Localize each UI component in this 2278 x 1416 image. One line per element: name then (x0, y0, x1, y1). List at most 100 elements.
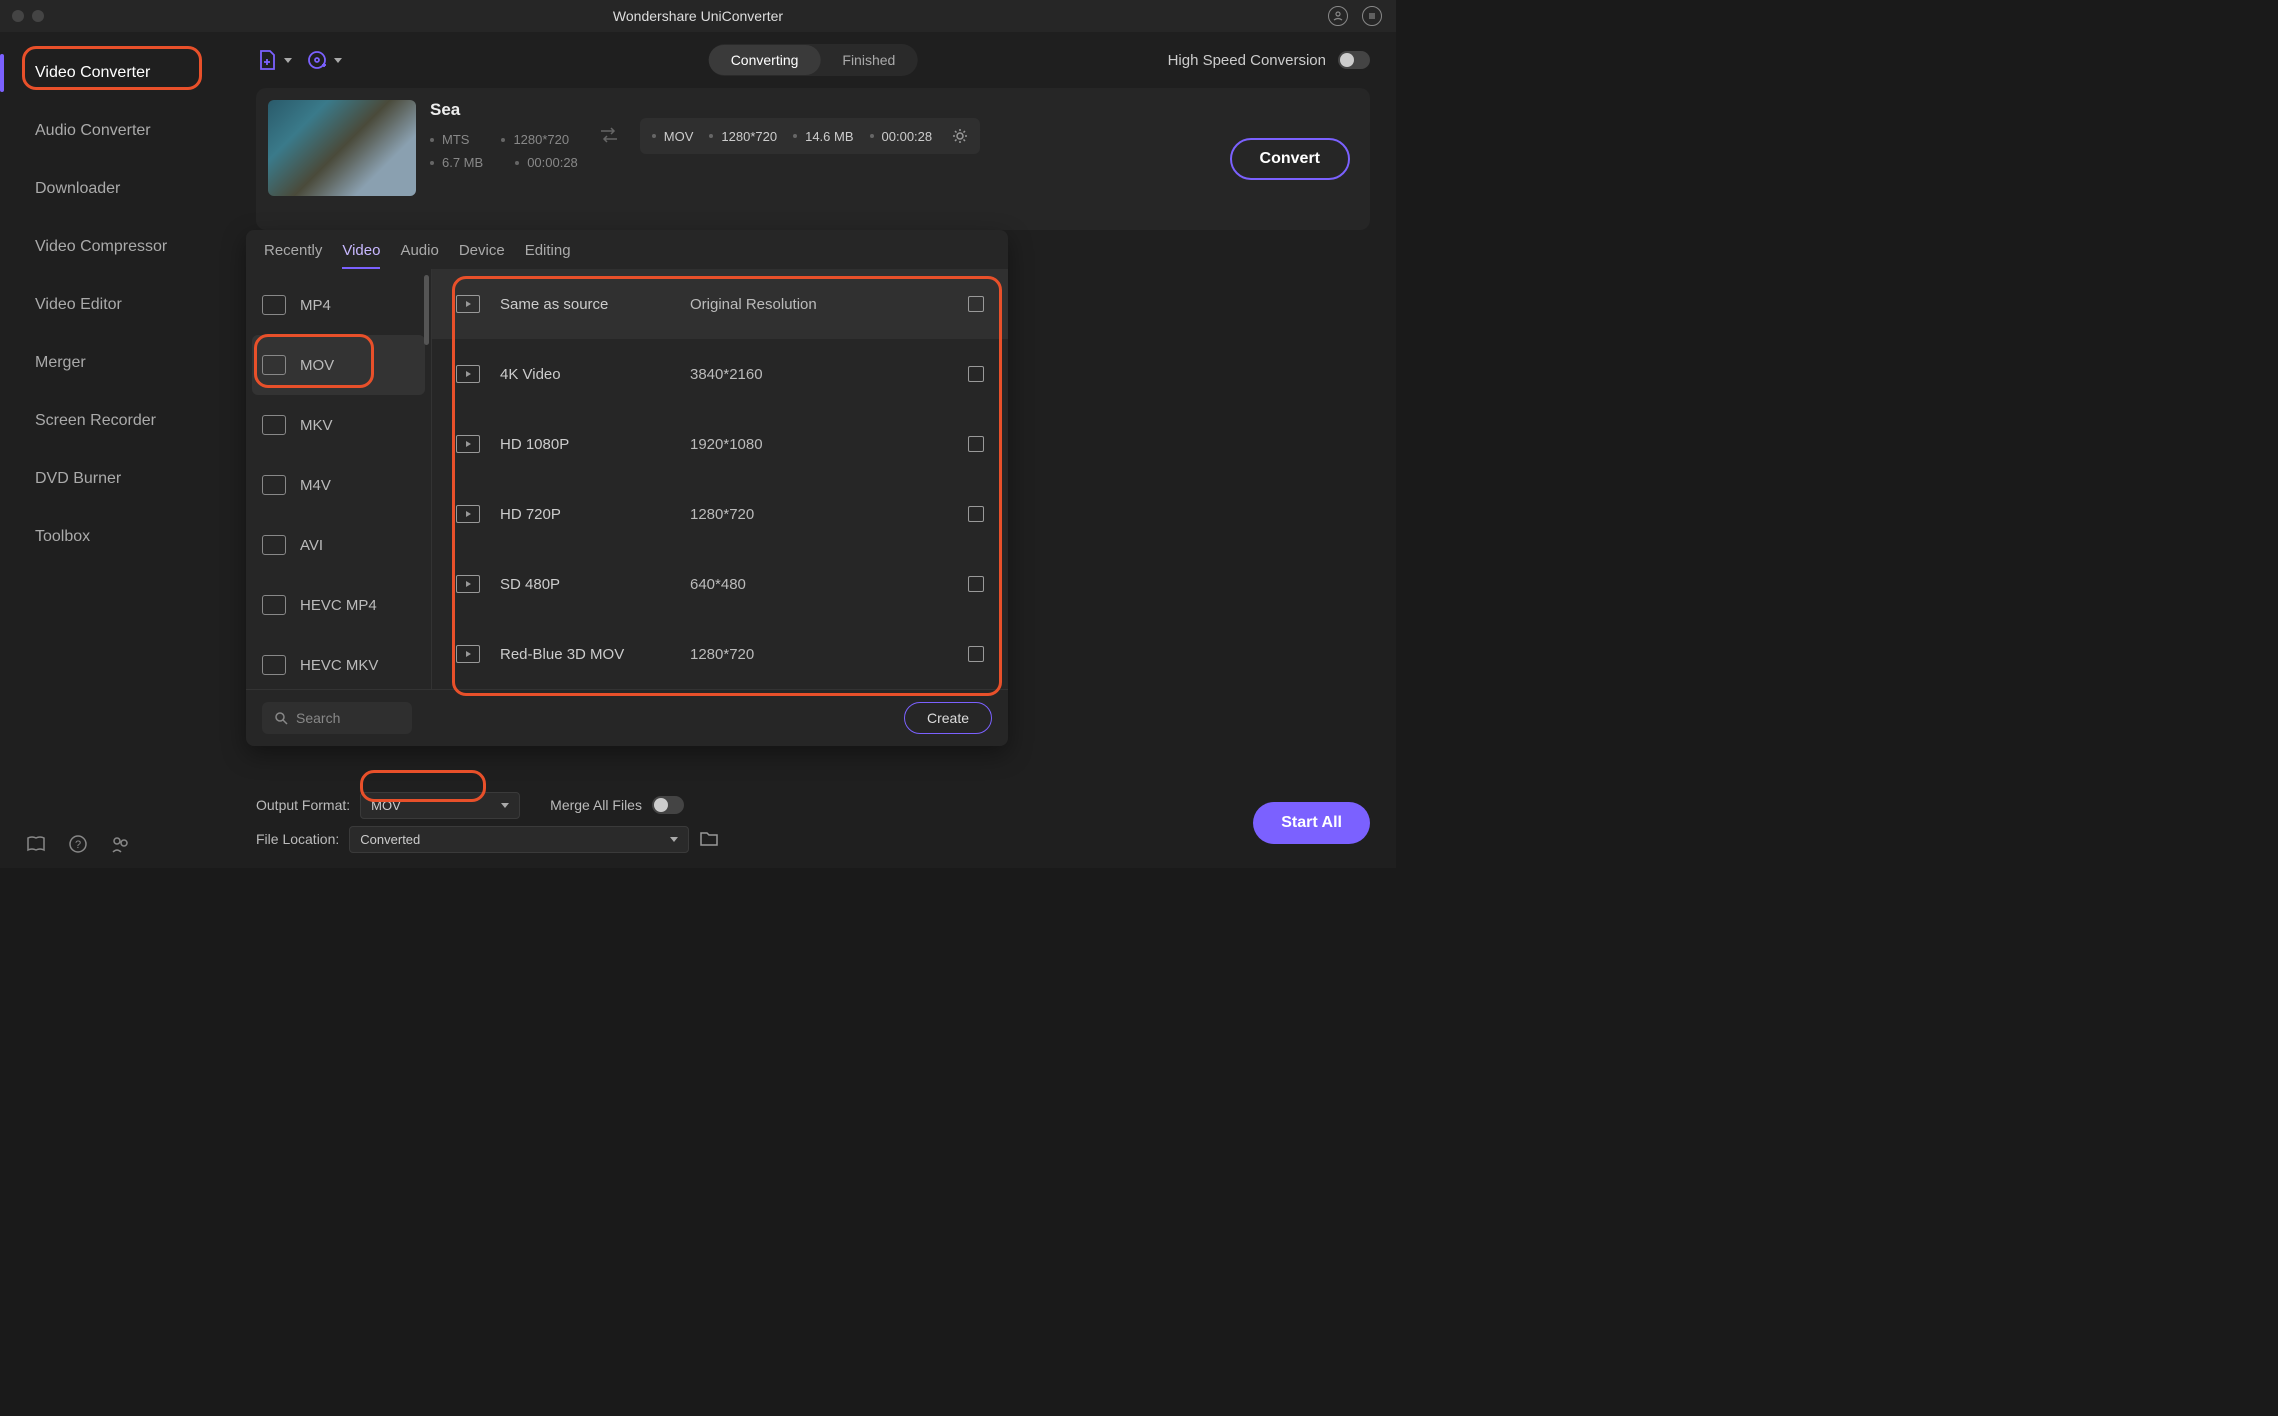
format-item-hevc-mkv[interactable]: HEVC MKV (246, 635, 431, 689)
film-icon (262, 535, 286, 555)
format-item-mov[interactable]: MOV (252, 335, 425, 395)
start-all-button[interactable]: Start All (1253, 802, 1370, 844)
output-format-value: MOV (371, 798, 401, 813)
tab-converting[interactable]: Converting (709, 45, 821, 75)
sidebar-item-dvd-burner[interactable]: DVD Burner (0, 450, 230, 508)
add-file-button[interactable] (256, 49, 292, 71)
chevron-down-icon (334, 58, 342, 63)
format-item-mkv[interactable]: MKV (246, 395, 431, 455)
format-list[interactable]: MP4 MOV MKV M4V AVI HEVC MP4 HEVC MKV (246, 269, 432, 689)
guide-icon[interactable] (26, 834, 46, 854)
format-item-mp4[interactable]: MP4 (246, 275, 431, 335)
src-container: MTS (442, 132, 469, 147)
scrollbar[interactable] (424, 275, 429, 345)
close-window[interactable] (12, 10, 24, 22)
dd-tab-video[interactable]: Video (342, 242, 380, 269)
sidebar-item-label: Video Compressor (35, 238, 167, 256)
sidebar-item-video-converter[interactable]: Video Converter (0, 44, 230, 102)
preset-item[interactable]: SD 480P640*480 (432, 549, 1008, 619)
video-icon (262, 475, 286, 495)
edit-icon[interactable] (968, 436, 984, 452)
search-input[interactable]: Search (262, 702, 412, 734)
edit-icon[interactable] (968, 506, 984, 522)
sidebar-item-merger[interactable]: Merger (0, 334, 230, 392)
preset-item[interactable]: 4K Video3840*2160 (432, 339, 1008, 409)
output-format-select[interactable]: MOV (360, 792, 520, 819)
sidebar-item-video-compressor[interactable]: Video Compressor (0, 218, 230, 276)
video-icon (456, 365, 480, 383)
sidebar-item-label: DVD Burner (35, 470, 121, 488)
minimize-window[interactable] (32, 10, 44, 22)
sidebar-item-label: Video Editor (35, 296, 122, 314)
dd-tab-recently[interactable]: Recently (264, 242, 322, 269)
hevc-icon (262, 595, 286, 615)
search-icon (274, 711, 288, 725)
convert-button[interactable]: Convert (1230, 138, 1350, 180)
chevron-down-icon (501, 803, 509, 808)
file-location-select[interactable]: Converted (349, 826, 689, 853)
video-icon (456, 645, 480, 663)
preset-item[interactable]: HD 720P1280*720 (432, 479, 1008, 549)
format-item-avi[interactable]: AVI (246, 515, 431, 575)
menu-icon[interactable] (1362, 6, 1382, 26)
add-disc-button[interactable] (306, 49, 342, 71)
dd-tab-editing[interactable]: Editing (525, 242, 571, 269)
highspeed-toggle[interactable] (1338, 51, 1370, 69)
preset-item[interactable]: HD 1080P1920*1080 (432, 409, 1008, 479)
edit-icon[interactable] (968, 296, 984, 312)
dd-tab-audio[interactable]: Audio (400, 242, 438, 269)
disc-icon (262, 295, 286, 315)
help-icon[interactable]: ? (68, 834, 88, 854)
sidebar-item-toolbox[interactable]: Toolbox (0, 508, 230, 566)
sidebar-item-video-editor[interactable]: Video Editor (0, 276, 230, 334)
format-item-hevc-mp4[interactable]: HEVC MP4 (246, 575, 431, 635)
open-folder-button[interactable] (699, 831, 719, 847)
gear-icon[interactable] (952, 128, 968, 144)
feedback-icon[interactable] (110, 834, 130, 854)
edit-icon[interactable] (968, 576, 984, 592)
preset-list[interactable]: Same as sourceOriginal Resolution 4K Vid… (432, 269, 1008, 689)
preset-item[interactable]: Red-Blue 3D MOV1280*720 (432, 619, 1008, 689)
src-size: 6.7 MB (442, 155, 483, 170)
out-size: 14.6 MB (805, 129, 853, 144)
edit-icon[interactable] (968, 366, 984, 382)
file-location-value: Converted (360, 832, 420, 847)
format-item-m4v[interactable]: M4V (246, 455, 431, 515)
merge-toggle[interactable] (652, 796, 684, 814)
src-resolution: 1280*720 (513, 132, 569, 147)
merge-label: Merge All Files (550, 797, 642, 813)
video-icon (456, 505, 480, 523)
sidebar-item-label: Audio Converter (35, 122, 151, 140)
tab-finished[interactable]: Finished (820, 45, 917, 75)
sidebar-item-label: Toolbox (35, 528, 90, 546)
sidebar-item-screen-recorder[interactable]: Screen Recorder (0, 392, 230, 450)
video-icon (262, 415, 286, 435)
window-controls (0, 10, 44, 22)
sidebar: Video Converter Audio Converter Download… (0, 32, 230, 868)
out-container: MOV (664, 129, 694, 144)
src-duration: 00:00:28 (527, 155, 578, 170)
output-settings-pill[interactable]: MOV 1280*720 14.6 MB 00:00:28 (640, 118, 980, 154)
sidebar-item-audio-converter[interactable]: Audio Converter (0, 102, 230, 160)
highspeed-label: High Speed Conversion (1168, 52, 1326, 69)
arrow-convert-icon (598, 124, 620, 146)
file-location-label: File Location: (256, 831, 339, 847)
edit-icon[interactable] (968, 646, 984, 662)
video-thumbnail[interactable] (268, 100, 416, 196)
preset-item[interactable]: Same as sourceOriginal Resolution (432, 269, 1008, 339)
dd-tab-device[interactable]: Device (459, 242, 505, 269)
search-placeholder: Search (296, 710, 340, 726)
chevron-down-icon (284, 58, 292, 63)
file-name: Sea (430, 100, 578, 120)
hevc-icon (262, 655, 286, 675)
sidebar-item-downloader[interactable]: Downloader (0, 160, 230, 218)
format-dropdown: Recently Video Audio Device Editing MP4 … (246, 230, 1008, 746)
account-icon[interactable] (1328, 6, 1348, 26)
create-preset-button[interactable]: Create (904, 702, 992, 734)
status-segment: Converting Finished (709, 44, 918, 76)
output-format-label: Output Format: (256, 797, 350, 813)
titlebar: Wondershare UniConverter (0, 0, 1396, 32)
sidebar-item-label: Screen Recorder (35, 412, 156, 430)
video-icon (456, 435, 480, 453)
svg-text:?: ? (75, 839, 81, 851)
